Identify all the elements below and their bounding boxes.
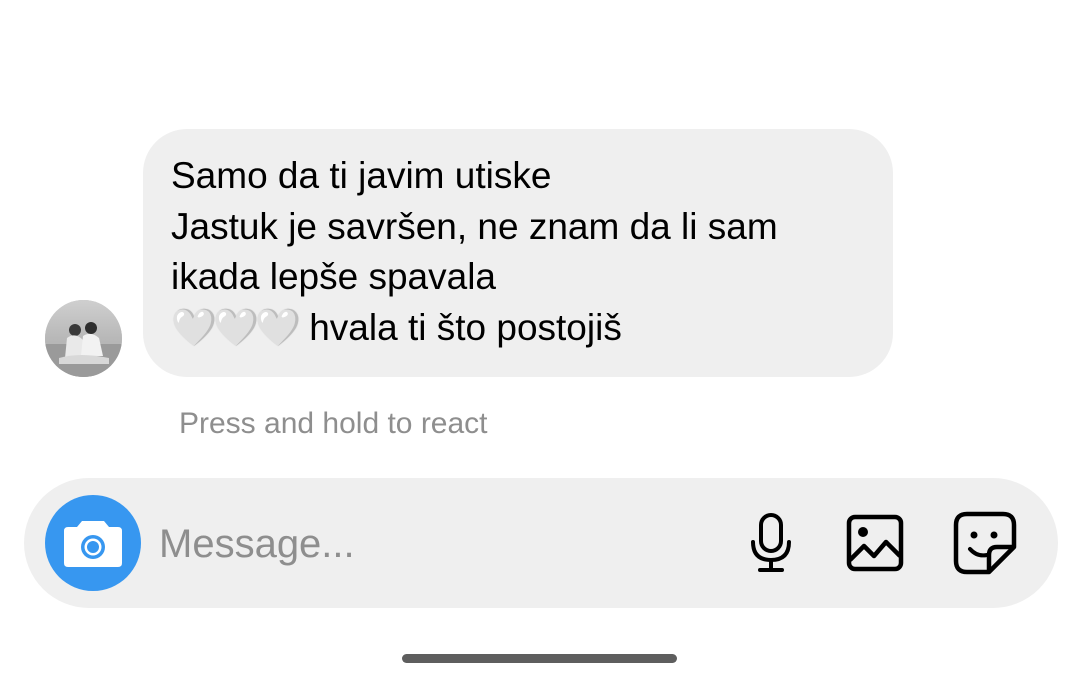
message-line: Samo da ti javim utiske [171,155,552,196]
microphone-icon [751,513,791,572]
gallery-button[interactable] [840,508,910,578]
react-hint: Press and hold to react [179,407,488,440]
home-indicator[interactable] [402,654,677,663]
message-line-last: 🤍🤍🤍 hvala ti što postojiš [171,303,873,354]
message-line: ikada lepše spavala [171,256,496,297]
sticker-icon [953,511,1017,575]
message-line: Jastuk je savršen, ne znam da li sam [171,205,778,247]
camera-icon [64,521,122,567]
sticker-button[interactable] [950,508,1020,578]
message-composer [24,478,1058,608]
chat-screen: Samo da ti javim utiske Jastuk je savrše… [0,0,1080,693]
message-bubble[interactable]: Samo da ti javim utiske Jastuk je savrše… [143,129,893,377]
image-icon [846,514,904,572]
voice-message-button[interactable] [736,508,806,578]
white-hearts-emoji: 🤍🤍🤍 [171,305,301,349]
message-input[interactable] [159,516,719,572]
camera-button[interactable] [45,495,141,591]
message-line-text: hvala ti što postojiš [309,306,622,348]
sender-avatar[interactable] [45,300,122,377]
avatar-photo [45,300,122,377]
